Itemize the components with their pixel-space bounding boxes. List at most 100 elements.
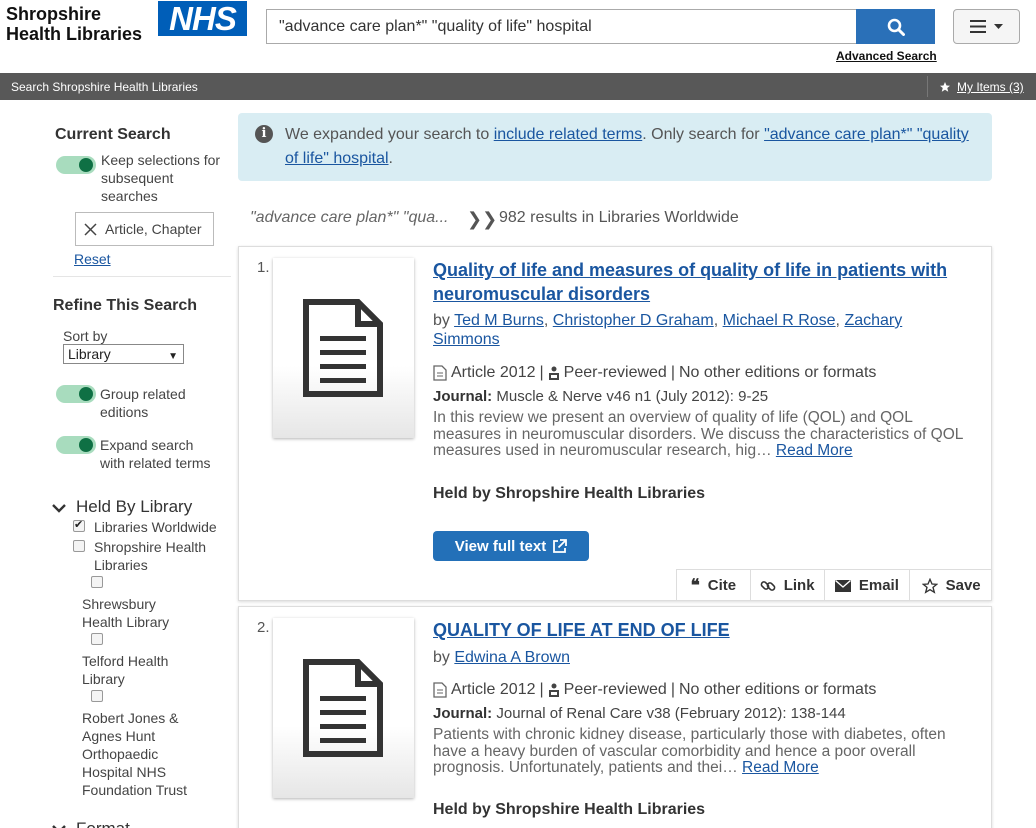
reset-link[interactable]: Reset	[74, 250, 111, 268]
filter-chip-article-chapter[interactable]: Article, Chapter	[75, 212, 214, 246]
by-label: by	[433, 649, 455, 666]
label-shrewsbury-line2: Health Library	[82, 614, 170, 630]
star-icon	[940, 82, 950, 92]
result-title-link[interactable]: Quality of life and measures of quality …	[433, 258, 963, 306]
meta-divider: |	[539, 681, 544, 698]
group-editions-label: Group related editions	[100, 385, 186, 421]
sort-by-select[interactable]: Library ▼	[63, 344, 184, 364]
brand-line2: Health Libraries	[6, 24, 143, 44]
label-shropshire-line1: Shropshire Health	[94, 539, 207, 555]
cite-label: Cite	[707, 577, 737, 594]
meta-divider: |	[670, 681, 675, 698]
expand-search-toggle[interactable]	[56, 436, 96, 454]
document-thumbnail[interactable]	[273, 618, 414, 798]
caret-down-icon	[994, 24, 1003, 29]
meta-divider: |	[670, 364, 675, 381]
search-input[interactable]: "advance care plan*" "quality of life" h…	[266, 9, 856, 44]
link-button[interactable]: Link	[751, 570, 825, 601]
result-meta: Article 2012 | Peer-reviewed | No other …	[433, 681, 876, 699]
held-by-toggle[interactable]	[52, 500, 66, 516]
site-logo-text[interactable]: Shropshire Health Libraries	[6, 4, 142, 44]
abstract-text: In this review we present an overview of…	[433, 409, 963, 459]
result-title-link[interactable]: QUALITY OF LIFE AT END OF LIFE	[433, 618, 963, 642]
format-toggle[interactable]	[52, 821, 66, 828]
sort-by-label: Sort by	[63, 328, 108, 344]
expand-search-line1: Expand search	[100, 437, 194, 453]
keep-selections-line1: Keep selections for	[101, 152, 221, 168]
link-icon	[760, 580, 776, 591]
group-editions-line1: Group related	[100, 386, 186, 402]
result-card-2: 2. QUALITY OF LIFE AT END OF LIFE by Edw…	[238, 606, 992, 828]
view-full-text-label: View full text	[454, 537, 547, 555]
result-meta: Article 2012 | Peer-reviewed | No other …	[433, 364, 876, 382]
checkbox-rjah[interactable]	[91, 690, 103, 702]
caret-down-icon: ▼	[168, 351, 178, 362]
notice-text: We expanded your search to include relat…	[285, 123, 985, 171]
label-telford-line2: Library	[82, 671, 125, 687]
author-link[interactable]: Edwina A Brown	[454, 649, 570, 666]
close-icon	[84, 222, 97, 236]
result-abstract: Patients with chronic kidney disease, pa…	[433, 726, 963, 777]
label-rjah-line1: Robert Jones &	[82, 710, 179, 726]
results-count: 982 results in Libraries Worldwide	[499, 209, 739, 226]
keep-selections-toggle[interactable]	[56, 156, 96, 174]
view-full-text-button[interactable]: View full text	[433, 531, 589, 561]
result-abstract: In this review we present an overview of…	[433, 409, 963, 460]
save-button[interactable]: Save	[910, 570, 992, 601]
top-bar: Search Shropshire Health Libraries My It…	[0, 73, 1036, 100]
save-label: Save	[945, 577, 981, 594]
label-shrewsbury-line1: Shrewsbury	[82, 596, 156, 612]
advanced-search-link[interactable]: Advanced Search	[836, 49, 937, 63]
top-bar-title: Search Shropshire Health Libraries	[11, 80, 198, 94]
menu-button[interactable]	[953, 9, 1020, 44]
by-label: by	[433, 312, 455, 329]
author-link[interactable]: Michael R Rose	[723, 312, 836, 329]
checkbox-shropshire[interactable]	[73, 540, 85, 552]
article-icon	[433, 682, 447, 698]
hamburger-icon	[970, 20, 986, 33]
checkbox-libraries-worldwide[interactable]	[73, 518, 85, 532]
journal-value: Journal of Renal Care v38 (February 2012…	[496, 705, 846, 722]
read-more-link[interactable]: Read More	[742, 759, 819, 776]
refine-heading: Refine This Search	[53, 297, 198, 314]
author-link[interactable]: Christopher D Graham	[553, 312, 714, 329]
group-editions-line2: editions	[100, 404, 149, 420]
keep-selections-line2: subsequent	[101, 170, 174, 186]
query-breadcrumb[interactable]: "advance care plan*" "qua...	[250, 209, 449, 226]
label-libraries-worldwide: Libraries Worldwide	[94, 519, 217, 535]
search-button[interactable]	[856, 9, 935, 44]
author-link[interactable]: Ted M Burns	[454, 312, 544, 329]
held-by-text: Held by Shropshire Health Libraries	[433, 485, 706, 502]
external-link-icon	[553, 538, 568, 553]
chevron-down-icon	[52, 504, 66, 513]
meta-divider: |	[539, 364, 544, 381]
my-items-label: My Items (3)	[957, 80, 1024, 94]
envelope-icon	[834, 579, 851, 592]
include-related-terms-link[interactable]: include related terms	[494, 126, 643, 143]
held-by-heading: Held By Library	[76, 497, 193, 516]
document-thumbnail[interactable]	[273, 258, 414, 438]
brand-line1: Shropshire	[6, 4, 102, 24]
keep-selections-line3: searches	[101, 188, 158, 204]
checkbox-shrewsbury[interactable]	[91, 576, 103, 588]
sidebar-separator	[53, 276, 231, 277]
checkbox-telford[interactable]	[91, 633, 103, 645]
sidebar: Current Search Keep selections for subse…	[0, 100, 232, 828]
peer-reviewed-icon	[548, 683, 559, 697]
my-items-link[interactable]: My Items (3)	[939, 80, 1024, 94]
expanded-search-notice: i We expanded your search to include rel…	[238, 113, 992, 181]
group-editions-toggle[interactable]	[56, 385, 96, 403]
result-authors: by Ted M Burns, Christopher D Graham, Mi…	[433, 312, 903, 348]
label-rjah-line3: Orthopaedic	[82, 746, 159, 762]
chevron-down-icon	[52, 825, 66, 828]
cite-button[interactable]: ❝ Cite	[677, 570, 751, 601]
label-telford: Telford Health Library	[82, 652, 168, 688]
expand-search-line2: with related terms	[100, 455, 211, 471]
article-icon	[433, 365, 447, 381]
document-icon	[303, 299, 383, 397]
email-button[interactable]: Email	[825, 570, 911, 601]
peer-reviewed-icon	[548, 366, 559, 380]
label-shropshire: Shropshire Health Libraries	[94, 538, 206, 574]
read-more-link[interactable]: Read More	[776, 442, 853, 459]
label-rjah-line5: Foundation Trust	[82, 782, 188, 798]
